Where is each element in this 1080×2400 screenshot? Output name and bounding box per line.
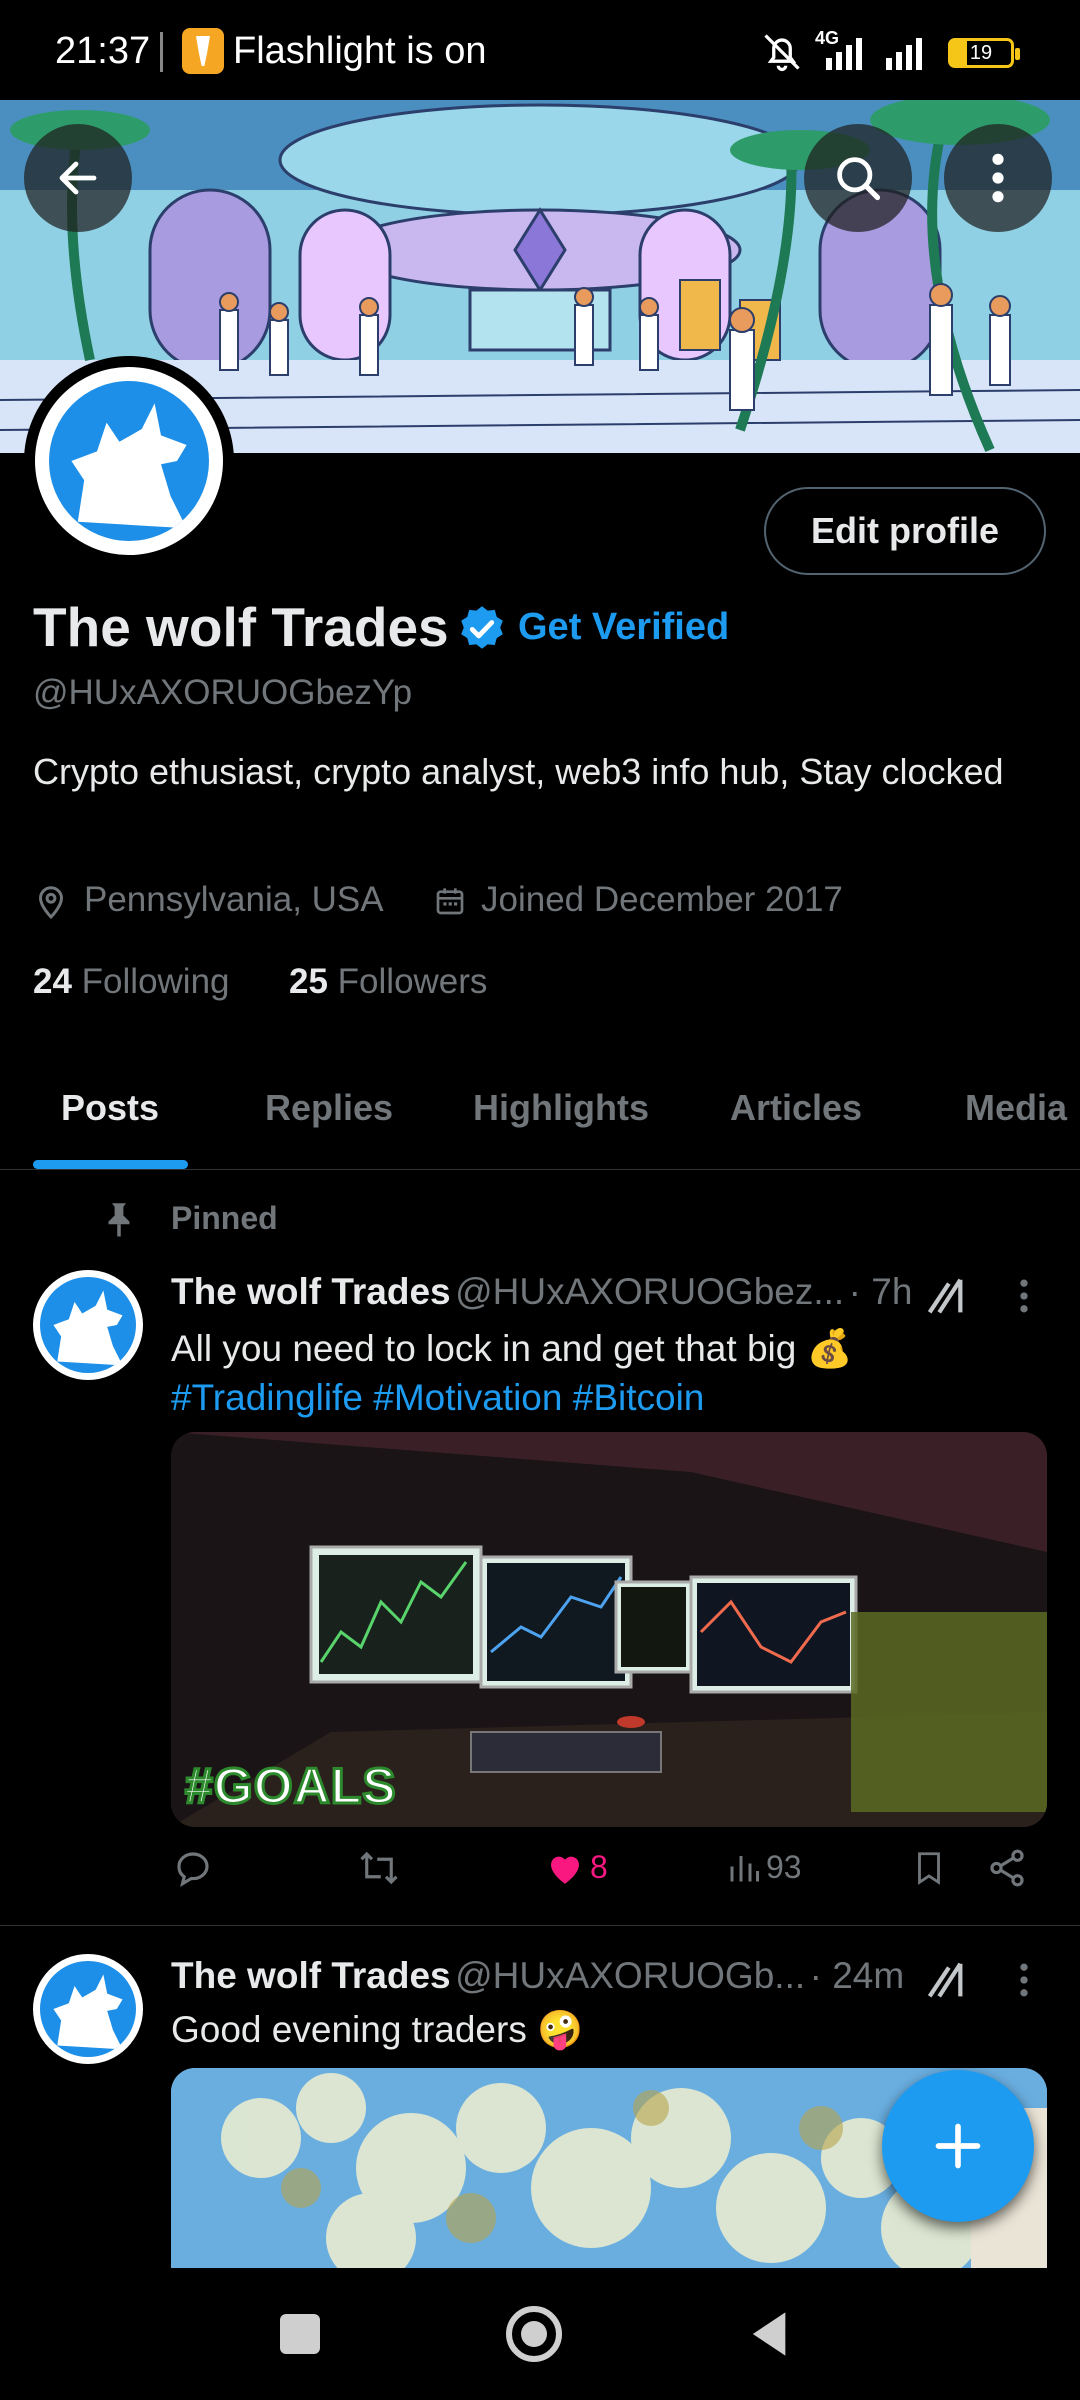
compose-button[interactable] xyxy=(882,2070,1034,2222)
post-avatar[interactable] xyxy=(33,1270,143,1380)
status-notification: Flashlight is on xyxy=(233,30,487,72)
post-author-handle[interactable]: @HUxAXORUOGbez... xyxy=(455,1271,844,1312)
profile-bio: Crypto ethusiast, crypto analyst, web3 i… xyxy=(33,751,1004,792)
pinned-label: Pinned xyxy=(171,1200,278,1236)
post-image[interactable]: #GOALS xyxy=(171,1432,1047,1827)
post-text: Good evening traders 🤪 xyxy=(171,2009,584,2050)
tab-highlights[interactable]: Highlights xyxy=(473,1070,649,1170)
like-count: 8 xyxy=(590,1849,608,1885)
reply-icon[interactable] xyxy=(172,1847,214,1889)
system-navigation-bar xyxy=(0,2268,1080,2400)
followers-label: Followers xyxy=(337,962,488,1001)
profile-avatar[interactable] xyxy=(24,356,234,566)
flashlight-icon xyxy=(182,28,224,74)
post-author-handle[interactable]: @HUxAXORUOGb... xyxy=(455,1955,805,1996)
pin-icon xyxy=(108,1203,130,1237)
post-time: · 24m xyxy=(809,1955,905,1996)
avatar-ring xyxy=(35,367,223,555)
following-link[interactable]: 24 Following xyxy=(33,962,230,1001)
repost-icon[interactable] xyxy=(356,1847,402,1889)
search-button[interactable] xyxy=(804,124,912,232)
signal-icon xyxy=(886,38,922,70)
share-icon[interactable] xyxy=(986,1847,1028,1889)
verified-badge-icon[interactable] xyxy=(456,603,508,655)
home-button[interactable] xyxy=(506,2306,562,2362)
post-more-icon[interactable] xyxy=(1012,1274,1036,1318)
tab-posts[interactable]: Posts xyxy=(61,1070,159,1170)
followers-link[interactable]: 25 Followers xyxy=(289,962,487,1001)
bell-muted-icon xyxy=(764,34,800,72)
tab-replies[interactable]: Replies xyxy=(265,1070,393,1170)
post-card[interactable]: Pinned The wolf Trades @HUxAXORUOGbez...… xyxy=(0,1171,1080,1926)
more-vertical-icon xyxy=(992,153,1004,203)
post-author-name[interactable]: The wolf Trades xyxy=(171,1955,451,1996)
grok-icon[interactable] xyxy=(922,1274,968,1320)
tab-articles[interactable]: Articles xyxy=(730,1070,862,1170)
profile-tabs: Posts Replies Highlights Articles Media xyxy=(0,1070,1080,1170)
post-author-name[interactable]: The wolf Trades xyxy=(171,1271,451,1312)
profile-joined-date: Joined December 2017 xyxy=(481,880,843,919)
grok-icon[interactable] xyxy=(922,1958,968,2004)
more-options-button[interactable] xyxy=(944,124,1052,232)
wolf-logo-icon xyxy=(40,1277,136,1373)
post-avatar[interactable] xyxy=(33,1954,143,2064)
signal-icon xyxy=(826,38,862,70)
following-count: 24 xyxy=(33,962,72,1001)
profile-handle: @HUxAXORUOGbezYp xyxy=(33,673,413,712)
post-more-icon[interactable] xyxy=(1012,1958,1036,2002)
post-time: · 7h xyxy=(848,1271,913,1312)
hashtag-link[interactable]: #Motivation xyxy=(373,1377,562,1418)
wolf-logo-icon xyxy=(40,1961,136,2057)
views-icon[interactable] xyxy=(726,1849,762,1887)
following-label: Following xyxy=(81,962,230,1001)
edit-profile-button[interactable]: Edit profile xyxy=(764,487,1046,575)
like-icon[interactable] xyxy=(544,1847,586,1889)
status-divider xyxy=(160,32,163,72)
location-icon xyxy=(38,886,64,920)
back-button[interactable] xyxy=(24,124,132,232)
profile-name: The wolf Trades xyxy=(33,596,449,658)
profile-location: Pennsylvania, USA xyxy=(84,880,384,919)
search-icon xyxy=(837,157,881,201)
get-verified-link[interactable]: Get Verified xyxy=(518,606,729,649)
followers-count: 25 xyxy=(289,962,328,1001)
post-header: The wolf Trades @HUxAXORUOGb... · 24m xyxy=(171,1955,904,1997)
image-overlay-text: #GOALS xyxy=(184,1757,398,1816)
wolf-logo-icon xyxy=(49,381,209,541)
post-header: The wolf Trades @HUxAXORUOGbez... · 7h xyxy=(171,1271,912,1313)
views-count: 93 xyxy=(766,1849,802,1885)
post-actions: 8 93 xyxy=(0,1847,1080,1907)
hashtag-link[interactable]: #Tradinglife xyxy=(171,1377,363,1418)
follow-stats: 24 Following 25 Followers xyxy=(33,962,487,1002)
status-bar: 21:37 Flashlight is on 4G 19 xyxy=(0,0,1080,100)
plus-icon xyxy=(935,2123,981,2169)
battery-level: 19 xyxy=(969,42,993,64)
back-nav-button[interactable] xyxy=(745,2308,791,2360)
recent-apps-button[interactable] xyxy=(280,2314,320,2354)
active-tab-indicator xyxy=(33,1160,188,1169)
bookmark-icon[interactable] xyxy=(910,1847,948,1889)
arrow-left-icon xyxy=(59,161,97,195)
hashtag-link[interactable]: #Bitcoin xyxy=(573,1377,705,1418)
calendar-icon xyxy=(436,888,464,915)
battery-icon: 19 xyxy=(948,38,1020,68)
tab-media[interactable]: Media xyxy=(965,1070,1067,1170)
post-body: All you need to lock in and get that big… xyxy=(171,1328,853,1369)
post-text: All you need to lock in and get that big… xyxy=(171,1324,1041,1422)
status-time: 21:37 xyxy=(55,30,151,72)
